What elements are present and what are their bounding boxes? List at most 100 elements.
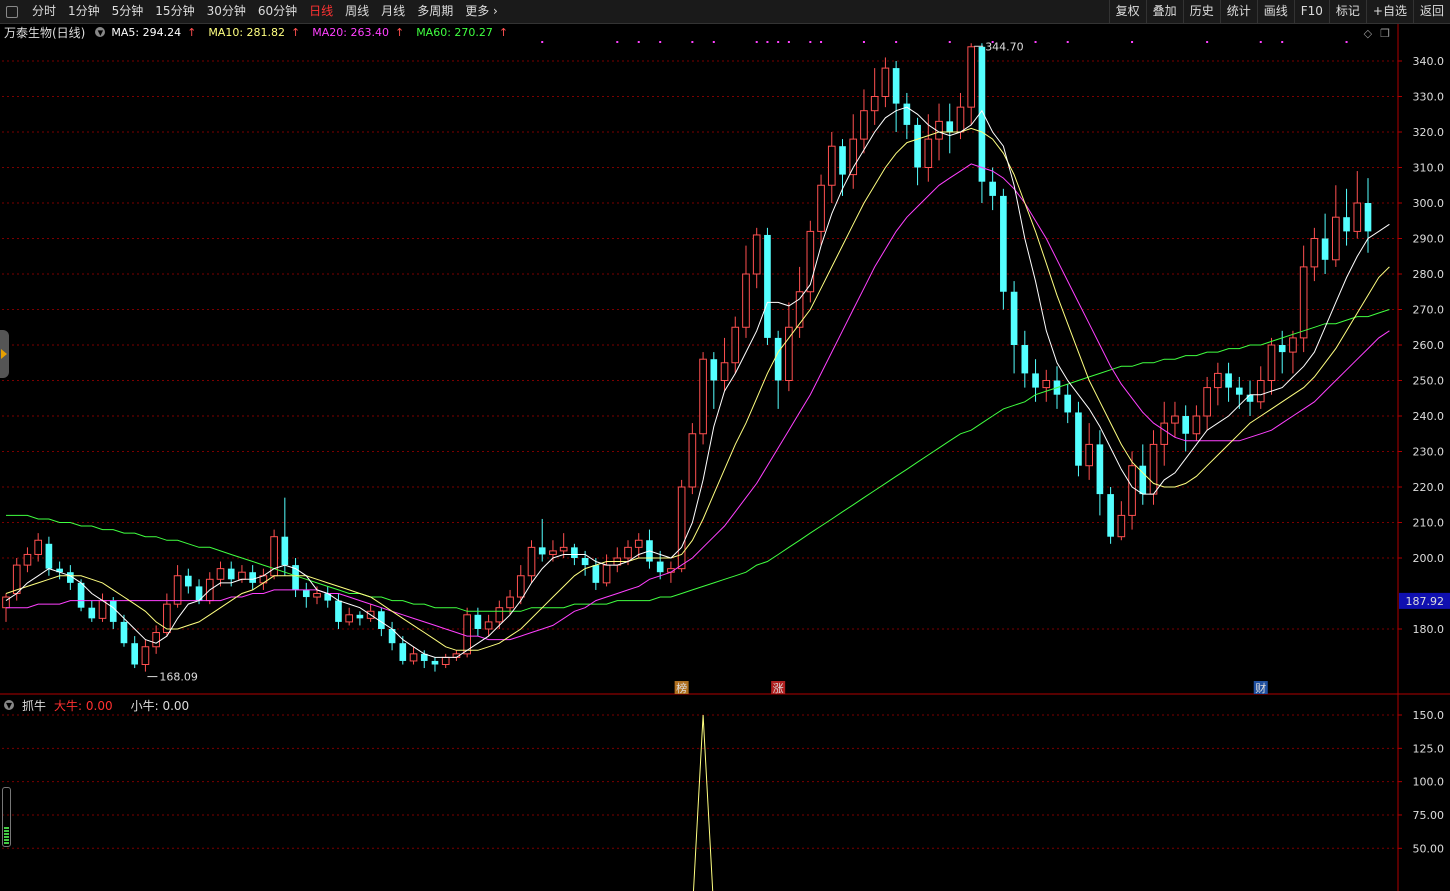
- signal-dot: [766, 41, 769, 43]
- signal-dot: [755, 41, 758, 43]
- candle-body-up: [527, 546, 536, 577]
- tab-monthly[interactable]: 月线: [375, 0, 411, 23]
- signal-dot: [541, 41, 544, 43]
- candle-body-up: [141, 646, 150, 665]
- add-watchlist-button[interactable]: +自选: [1365, 0, 1413, 23]
- ma60-value: MA60: 270.27: [416, 25, 493, 39]
- arrow-up-icon: ↑: [394, 25, 405, 39]
- tab-more[interactable]: 更多 ›: [459, 0, 504, 23]
- volume-scroll-indicator[interactable]: [2, 787, 11, 847]
- signal-dot: [777, 41, 780, 43]
- signal-dot: [1345, 41, 1348, 43]
- price-tick-label: 320.0: [1413, 126, 1445, 139]
- candle-body-up: [1299, 266, 1308, 339]
- candle-body-up: [238, 571, 246, 580]
- price-tick-label: 250.0: [1413, 375, 1445, 388]
- candle-body-up: [1149, 443, 1158, 495]
- chevron-down-icon[interactable]: ▾: [4, 698, 14, 712]
- candle-body-down: [302, 589, 310, 598]
- price-tick-label: 230.0: [1413, 446, 1445, 459]
- low-price-label: 168.09: [159, 671, 198, 684]
- candle-body-down: [1278, 345, 1286, 353]
- candle-body-up: [924, 138, 933, 169]
- candle-body-up: [1117, 514, 1126, 538]
- tab-1min[interactable]: 1分钟: [62, 0, 106, 23]
- signal-dot: [787, 41, 790, 43]
- fuquan-button[interactable]: 复权: [1108, 0, 1146, 23]
- candle-body-up: [441, 656, 450, 666]
- tab-multi-period[interactable]: 多周期: [411, 0, 459, 23]
- candle-body-up: [731, 326, 740, 364]
- arrow-up-icon: ↑: [187, 25, 197, 39]
- signal-dot: [1131, 41, 1134, 43]
- event-marker-label: 榜: [676, 681, 687, 695]
- price-tick-label: 300.0: [1413, 197, 1445, 210]
- tab-fenshi[interactable]: 分时: [26, 0, 62, 23]
- price-tick-label: 220.0: [1413, 481, 1445, 494]
- event-marker-label: 财: [1255, 681, 1266, 695]
- side-panel-handle[interactable]: [0, 330, 9, 378]
- tab-5min[interactable]: 5分钟: [106, 0, 150, 23]
- big-bull-value: 大牛: 0.00: [54, 698, 113, 713]
- f10-button[interactable]: F10: [1293, 0, 1329, 23]
- history-button[interactable]: 历史: [1182, 0, 1220, 23]
- chevron-down-icon[interactable]: ▾: [95, 26, 106, 39]
- indicator-legend: ▾ 抓牛 大牛: 0.00 小牛: 0.00: [0, 697, 197, 713]
- candle-body-down: [227, 568, 235, 580]
- candle-body-up: [967, 46, 976, 108]
- window-restore-icon[interactable]: ❐: [1380, 27, 1390, 40]
- candle-body-down: [356, 614, 364, 619]
- candle-body-down: [77, 582, 85, 608]
- signal-dot: [1259, 41, 1262, 43]
- candle-body-up: [506, 596, 514, 609]
- mark-button[interactable]: 标记: [1328, 0, 1366, 23]
- ma10-label: MA10: 281.82 ↑: [208, 26, 306, 39]
- tab-daily[interactable]: 日线: [303, 0, 339, 23]
- candle-body-down: [1064, 394, 1072, 413]
- price-tick-label: 260.0: [1413, 339, 1445, 352]
- candle-body-up: [688, 433, 697, 488]
- indicator-tick-label: 125.0: [1413, 742, 1445, 755]
- candle-body-down: [1364, 203, 1372, 232]
- diamond-icon[interactable]: ◇: [1364, 27, 1372, 40]
- candle-body-down: [1032, 373, 1039, 388]
- signal-dot: [659, 41, 662, 43]
- candle-body-down: [249, 572, 256, 583]
- candle-body-up: [624, 546, 632, 559]
- signal-dot: [1066, 41, 1069, 43]
- candle-body-up: [516, 575, 525, 598]
- toolbar-right: 复权 叠加 历史 统计 画线 F10 标记 +自选 返回: [1108, 0, 1450, 23]
- signal-dot: [820, 41, 823, 43]
- tab-weekly[interactable]: 周线: [339, 0, 375, 23]
- ma5-value: MA5: 294.24: [111, 25, 182, 39]
- candle-body-down: [1321, 238, 1329, 260]
- draw-line-button[interactable]: 画线: [1256, 0, 1294, 23]
- candle-body-down: [1010, 291, 1018, 345]
- signal-dot: [637, 41, 640, 43]
- candle-body-up: [720, 362, 729, 381]
- tab-more-label: 更多: [465, 4, 490, 18]
- price-tick-label: 270.0: [1413, 304, 1445, 317]
- signal-dot: [691, 41, 694, 43]
- tab-60min[interactable]: 60分钟: [252, 0, 303, 23]
- window-icon[interactable]: [6, 5, 18, 18]
- overlay-button[interactable]: 叠加: [1145, 0, 1183, 23]
- candle-body-down: [538, 547, 546, 555]
- scroll-level-fill: [4, 827, 9, 845]
- ma60-line: [6, 309, 1390, 612]
- candle-body-up: [817, 184, 825, 232]
- candle-body-up: [98, 600, 107, 619]
- signal-dot: [862, 41, 865, 43]
- candle-body-down: [109, 600, 117, 622]
- tab-30min[interactable]: 30分钟: [201, 0, 252, 23]
- tab-15min[interactable]: 15分钟: [149, 0, 200, 23]
- candle-body-down: [710, 359, 718, 381]
- candle-body-up: [1214, 372, 1222, 389]
- candle-body-down: [120, 621, 128, 644]
- candlestick-chart[interactable]: 340.0 330.0 320.0 310.0 300.0 290.0 280.0 270.0…: [0, 0, 1450, 891]
- back-button[interactable]: 返回: [1412, 0, 1450, 23]
- period-toolbar: 分时 1分钟 5分钟 15分钟 30分钟 60分钟 日线 周线 月线 多周期 更…: [0, 0, 1450, 24]
- ma-legend: 万泰生物(日线) ▾ MA5: 294.24 ↑ MA10: 281.82 ↑ MA…: [0, 24, 520, 40]
- price-tick-label: 180.0: [1413, 623, 1445, 636]
- stats-button[interactable]: 统计: [1219, 0, 1257, 23]
